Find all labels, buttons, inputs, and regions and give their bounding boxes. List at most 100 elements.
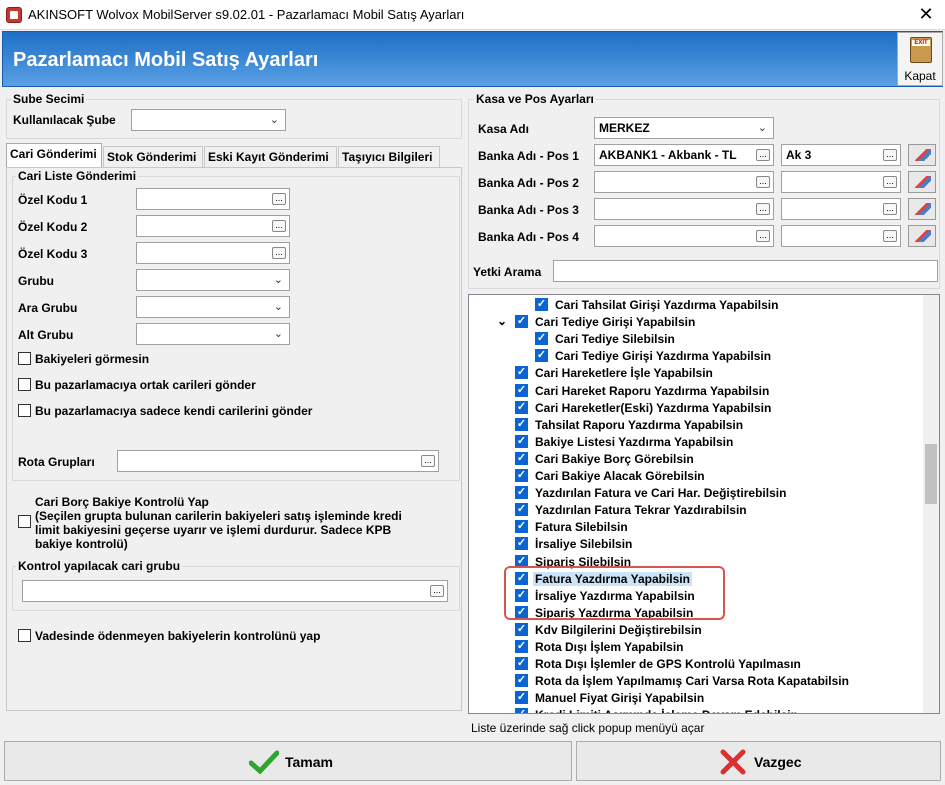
alt-grubu-label: Alt Grubu	[18, 328, 74, 342]
rota-gruplari-field[interactable]: ...	[117, 450, 439, 472]
cari-liste-label: Cari Liste Gönderimi	[16, 169, 139, 183]
tree-checkbox[interactable]: ✓	[515, 469, 528, 482]
chevron-down-icon[interactable]: ⌄	[270, 113, 279, 126]
pos4-edit-pen-icon[interactable]	[908, 225, 936, 247]
tab-stok-gonderimi[interactable]: Stok Gönderimi	[103, 146, 203, 167]
chevron-down-icon[interactable]: ⌄	[274, 273, 283, 286]
tree-checkbox[interactable]: ✓	[515, 708, 528, 713]
chevron-down-icon[interactable]: ⌄	[758, 121, 767, 134]
chevron-down-icon[interactable]: ⌄	[274, 300, 283, 313]
ellipsis-icon[interactable]: ...	[272, 247, 286, 259]
kasa-adi-label: Kasa Adı	[478, 122, 529, 136]
pos1-edit-pen-icon[interactable]	[908, 144, 936, 166]
ozel-kodu-2-label: Özel Kodu 2	[18, 220, 88, 234]
tree-checkbox[interactable]: ✓	[515, 691, 528, 705]
pos3-edit-pen-icon[interactable]	[908, 198, 936, 220]
tamam-button[interactable]: Tamam	[4, 741, 572, 781]
alt-grubu-select[interactable]: ⌄	[136, 323, 290, 345]
tree-item-label: Cari Tahsilat Girişi Yazdırma Yapabilsin	[555, 298, 779, 312]
kapat-button[interactable]: Kapat	[897, 32, 943, 86]
tree-scrollbar[interactable]	[923, 295, 939, 713]
tamam-label: Tamam	[285, 754, 333, 770]
page-title: Pazarlamacı Mobil Satış Ayarları	[13, 49, 319, 71]
tree-item-label: Yazdırılan Fatura Tekrar Yazdırabilsin	[535, 503, 747, 518]
tab-eski-kayit-gonderimi[interactable]: Eski Kayıt Gönderimi	[204, 146, 337, 167]
tree-checkbox[interactable]: ✓	[515, 486, 528, 500]
close-icon[interactable]: ✕	[912, 2, 940, 26]
borc-bakiye-desc-1: (Seçilen grupta bulunan carilerin bakiye…	[35, 509, 402, 523]
ara-grubu-select[interactable]: ⌄	[136, 296, 290, 318]
yetki-arama-input[interactable]	[553, 260, 938, 282]
ellipsis-icon[interactable]: ...	[756, 176, 770, 188]
ortak-cariler-checkbox[interactable]	[18, 378, 31, 391]
exit-door-icon	[910, 37, 932, 63]
pos4-bank-field[interactable]: ...	[594, 225, 774, 247]
kasa-adi-value: MERKEZ	[599, 121, 650, 135]
kontrol-cari-grubu-field[interactable]: ...	[22, 580, 448, 602]
ellipsis-icon[interactable]: ...	[883, 230, 897, 242]
app-icon	[6, 7, 22, 23]
ozel-kodu-3-field[interactable]: ...	[136, 242, 290, 264]
tree-checkbox[interactable]: ✓	[515, 657, 528, 671]
ellipsis-icon[interactable]: ...	[756, 203, 770, 215]
grubu-label: Grubu	[18, 274, 54, 288]
tree-checkbox[interactable]: ✓	[515, 434, 528, 448]
pos2-edit-pen-icon[interactable]	[908, 171, 936, 193]
pos3-bank-field[interactable]: ...	[594, 198, 774, 220]
pos2-bank-field[interactable]: ...	[594, 171, 774, 193]
kapat-label: Kapat	[904, 69, 936, 83]
tree-checkbox[interactable]: ✓	[535, 298, 548, 311]
borc-bakiye-title: Cari Borç Bakiye Kontrolü Yap	[35, 495, 209, 509]
ellipsis-icon[interactable]: ...	[883, 203, 897, 215]
kasa-adi-select[interactable]: MERKEZ ⌄	[594, 117, 774, 139]
tree-checkbox[interactable]: ✓	[515, 674, 528, 688]
chevron-down-icon[interactable]: ⌄	[274, 327, 283, 340]
tree-item-label: Rota Dışı İşlemler de GPS Kontrolü Yapıl…	[535, 657, 801, 672]
tree-checkbox[interactable]: ✓	[515, 417, 528, 431]
ellipsis-icon[interactable]: ...	[883, 176, 897, 188]
tree-checkbox[interactable]: ✓	[515, 451, 528, 465]
bakiye-gormesin-checkbox[interactable]	[18, 352, 31, 365]
ellipsis-icon[interactable]: ...	[756, 149, 770, 161]
borc-bakiye-checkbox[interactable]	[18, 515, 31, 528]
pos1-account-field[interactable]: Ak 3...	[781, 144, 901, 166]
tree-checkbox[interactable]: ✓	[515, 537, 528, 551]
tree-checkbox[interactable]: ✓	[515, 622, 528, 636]
ellipsis-icon[interactable]: ...	[272, 220, 286, 232]
ozel-kodu-2-field[interactable]: ...	[136, 215, 290, 237]
tree-checkbox[interactable]: ✓	[515, 383, 528, 397]
expander-chevron-icon[interactable]: ⌄	[497, 314, 507, 328]
tree-checkbox[interactable]: ✓	[515, 640, 528, 653]
tab-tasiyici-bilgileri[interactable]: Taşıyıcı Bilgileri	[338, 146, 440, 167]
pos3-account-field[interactable]: ...	[781, 198, 901, 220]
tree-checkbox[interactable]: ✓	[515, 520, 528, 534]
tree-scrollbar-thumb[interactable]	[925, 444, 937, 504]
sube-select[interactable]: ⌄	[131, 109, 286, 131]
tree-item-label: Cari Tediye Silebilsin	[555, 332, 675, 347]
ellipsis-icon[interactable]: ...	[272, 193, 286, 205]
tree-checkbox[interactable]: ✓	[515, 400, 528, 414]
permission-tree[interactable]: ✓ Cari Tahsilat Girişi Yazdırma Yapabilsi…	[468, 294, 940, 714]
ellipsis-icon[interactable]: ...	[883, 149, 897, 161]
tree-item-label: Manuel Fiyat Girişi Yapabilsin	[535, 691, 705, 706]
grubu-select[interactable]: ⌄	[136, 269, 290, 291]
vazgec-button[interactable]: Vazgec	[576, 741, 941, 781]
pos1-bank-field[interactable]: AKBANK1 - Akbank - TL...	[594, 144, 774, 166]
tab-cari-gonderimi[interactable]: Cari Gönderimi	[6, 143, 102, 168]
vade-kontrol-checkbox[interactable]	[18, 629, 31, 642]
vade-kontrol-label: Vadesinde ödenmeyen bakiyelerin kontrolü…	[35, 629, 321, 643]
tree-checkbox[interactable]: ✓	[535, 332, 548, 346]
sube-group-label: Sube Secimi	[11, 92, 87, 106]
pos4-account-field[interactable]: ...	[781, 225, 901, 247]
pos2-account-field[interactable]: ...	[781, 171, 901, 193]
tree-checkbox[interactable]: ✓	[515, 503, 528, 517]
pos1-bank-value: AKBANK1 - Akbank - TL	[599, 148, 737, 162]
ozel-kodu-1-field[interactable]: ...	[136, 188, 290, 210]
ellipsis-icon[interactable]: ...	[430, 585, 444, 597]
tree-checkbox[interactable]: ✓	[535, 349, 548, 363]
ellipsis-icon[interactable]: ...	[756, 230, 770, 242]
ellipsis-icon[interactable]: ...	[421, 455, 435, 467]
kendi-cariler-checkbox[interactable]	[18, 404, 31, 417]
tree-checkbox[interactable]: ✓	[515, 366, 528, 380]
tree-checkbox[interactable]: ✓	[515, 315, 528, 329]
